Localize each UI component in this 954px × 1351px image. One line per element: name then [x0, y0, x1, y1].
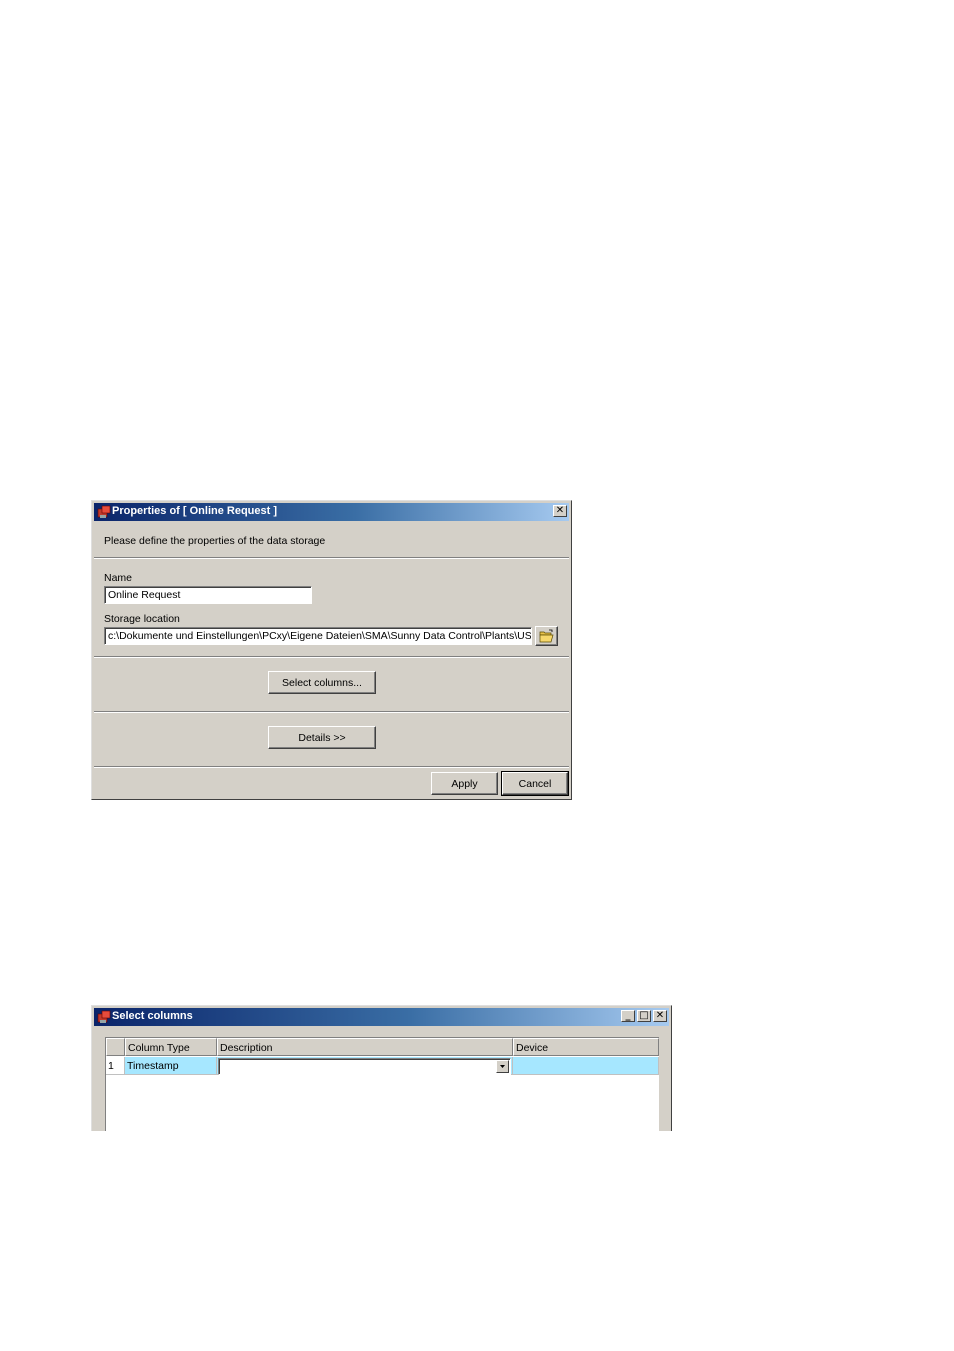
maximize-icon: □: [639, 1010, 649, 1021]
column-header-description[interactable]: Description: [217, 1038, 513, 1056]
storage-location-label: Storage location: [104, 613, 180, 625]
row-header-corner: [106, 1038, 125, 1056]
columns-grid[interactable]: Column Type Description Device 1 Timesta…: [105, 1037, 659, 1131]
close-icon: ✕: [655, 1010, 665, 1021]
close-button[interactable]: ✕: [653, 1010, 667, 1022]
dropdown-button[interactable]: [496, 1060, 509, 1073]
properties-titlebar[interactable]: Properties of [ Online Request ] ✕: [94, 503, 569, 521]
details-button[interactable]: Details >>: [268, 726, 376, 749]
properties-title: Properties of [ Online Request ]: [112, 505, 278, 517]
cell-device[interactable]: [513, 1057, 659, 1075]
close-button[interactable]: ✕: [553, 505, 567, 517]
column-header-device[interactable]: Device: [513, 1038, 659, 1056]
app-icon: [97, 1010, 111, 1023]
separator: [94, 656, 569, 658]
minimize-button[interactable]: _: [621, 1010, 635, 1022]
select-columns-title: Select columns: [112, 1010, 193, 1022]
separator: [94, 711, 569, 713]
column-header-column-type[interactable]: Column Type: [125, 1038, 217, 1056]
app-icon: [97, 505, 111, 518]
separator: [94, 766, 569, 768]
apply-button[interactable]: Apply: [431, 772, 498, 795]
name-label: Name: [104, 572, 133, 584]
instruction-text: Please define the properties of the data…: [104, 535, 326, 547]
close-icon: ✕: [555, 505, 565, 516]
minimize-icon: _: [625, 1010, 631, 1021]
separator: [94, 557, 569, 559]
select-columns-button[interactable]: Select columns...: [268, 671, 376, 694]
maximize-button[interactable]: □: [637, 1010, 651, 1022]
row-index: 1: [106, 1057, 125, 1075]
select-columns-dialog: Select columns _ □ ✕ Column Type Descrip…: [91, 1005, 672, 1131]
storage-location-input[interactable]: c:\Dokumente und Einstellungen\PCxy\Eige…: [104, 627, 532, 645]
folder-open-icon: [539, 629, 553, 643]
cell-column-type[interactable]: Timestamp: [125, 1057, 217, 1075]
properties-dialog: Properties of [ Online Request ] ✕ Pleas…: [91, 500, 572, 800]
description-select[interactable]: [218, 1058, 511, 1075]
browse-button[interactable]: [535, 626, 558, 646]
name-input[interactable]: Online Request: [104, 586, 312, 604]
select-columns-titlebar[interactable]: Select columns _ □ ✕: [94, 1008, 669, 1026]
chevron-down-icon: [500, 1065, 505, 1068]
cancel-button[interactable]: Cancel: [501, 771, 569, 796]
